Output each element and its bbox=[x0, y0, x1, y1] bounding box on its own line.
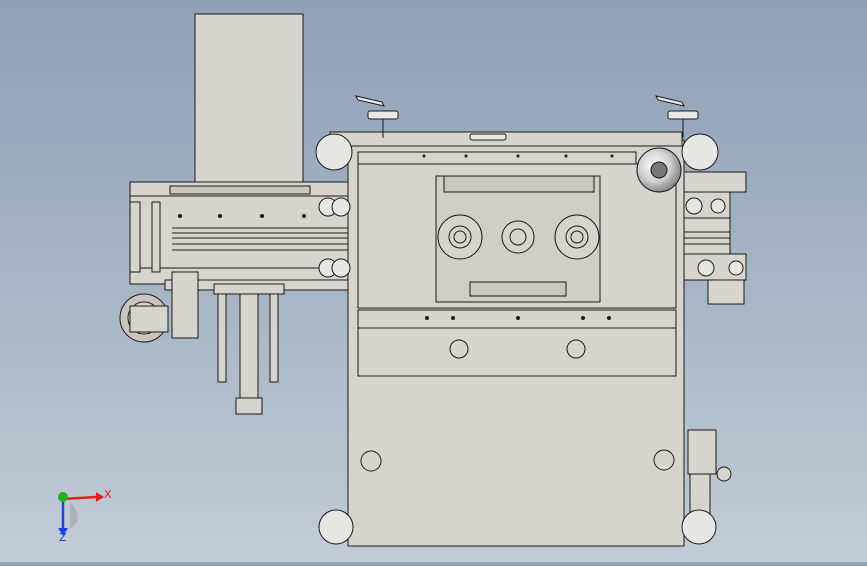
left-conveyor-arm bbox=[129, 181, 353, 291]
lower-panel bbox=[357, 327, 677, 377]
hopper-column bbox=[194, 13, 304, 187]
right-conveyor-arm bbox=[683, 171, 747, 305]
coordinate-triad: X Z bbox=[58, 488, 112, 544]
upper-rail bbox=[357, 151, 637, 165]
rollers bbox=[437, 214, 600, 260]
z-axis-label: Z bbox=[59, 531, 67, 544]
tension-knob bbox=[636, 147, 682, 193]
x-axis-label: X bbox=[104, 488, 112, 501]
cad-drawing[interactable]: X Z bbox=[0, 0, 867, 562]
cad-viewport[interactable]: X Z bbox=[0, 0, 867, 562]
right-sensor-bracket bbox=[687, 429, 732, 515]
linear-rods bbox=[213, 283, 285, 415]
